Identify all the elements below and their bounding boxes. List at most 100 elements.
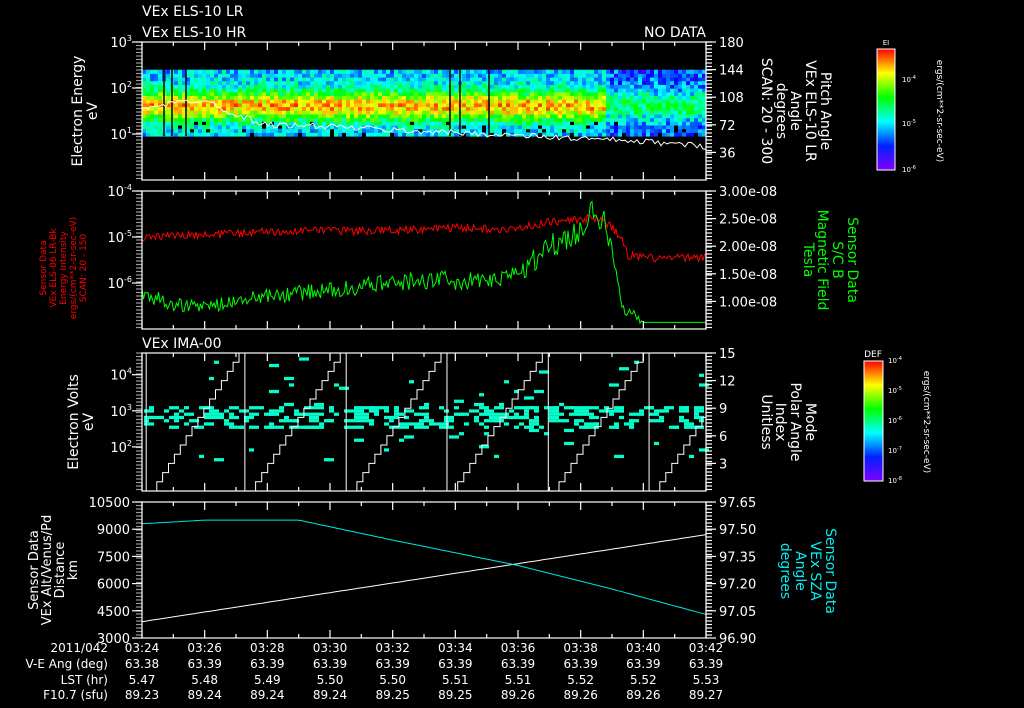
orbit-y2tick-label: 97.65 bbox=[719, 496, 756, 511]
els-heatmap-cell bbox=[334, 128, 338, 133]
els-heatmap-cell bbox=[598, 106, 602, 111]
els-heatmap-cell bbox=[190, 106, 194, 111]
els-heatmap-cell bbox=[534, 113, 538, 119]
els-heatmap-cell bbox=[310, 88, 314, 93]
els-heatmap-cell bbox=[442, 117, 446, 122]
els-heatmap-cell bbox=[298, 113, 302, 119]
els-heatmap-cell bbox=[286, 102, 290, 108]
els-heatmap-cell bbox=[422, 106, 426, 111]
els-heatmap-cell bbox=[518, 106, 522, 111]
els-heatmap-cell bbox=[586, 106, 590, 111]
els-heatmap-cell bbox=[406, 73, 410, 78]
els-heatmap-cell bbox=[250, 91, 254, 97]
els-heatmap-cell bbox=[638, 99, 642, 104]
els-heatmap-cell bbox=[410, 69, 414, 74]
els-heatmap-cell bbox=[510, 102, 514, 108]
els-heatmap-cell bbox=[254, 125, 258, 130]
els-heatmap-cell bbox=[434, 95, 438, 100]
els-heatmap-cell bbox=[374, 110, 378, 115]
els-heatmap-cell bbox=[238, 132, 242, 137]
els-heatmap-cell bbox=[594, 80, 598, 85]
els-heatmap-cell bbox=[502, 88, 506, 93]
els-heatmap-cell bbox=[382, 102, 386, 108]
ima-heatmap-cell bbox=[169, 415, 174, 420]
els-heatmap-cell bbox=[146, 69, 150, 74]
els-heatmap-cell bbox=[354, 88, 358, 93]
els-heatmap-cell bbox=[626, 99, 630, 104]
els-heatmap-cell bbox=[322, 128, 326, 133]
ima-heatmap-cell bbox=[399, 412, 404, 416]
els-heatmap-cell bbox=[206, 113, 210, 119]
els-heatmap-cell bbox=[550, 99, 554, 104]
els-heatmap-cell bbox=[274, 102, 278, 108]
els-heatmap-cell bbox=[202, 110, 206, 115]
els-heatmap-cell bbox=[642, 95, 646, 100]
els-heatmap-cell bbox=[150, 117, 154, 122]
ima-heatmap-cell bbox=[649, 412, 659, 416]
els-heatmap-cell bbox=[630, 125, 634, 130]
ima-heatmap-cell bbox=[684, 406, 689, 410]
els-heatmap-cell bbox=[634, 77, 638, 82]
els-heatmap-cell bbox=[654, 73, 658, 78]
els-heatmap-cell bbox=[422, 77, 426, 82]
title-ima: VEx IMA-00 bbox=[142, 336, 222, 352]
els-heatmap-cell bbox=[338, 117, 342, 122]
els-heatmap-cell bbox=[502, 113, 506, 119]
els-heatmap-cell bbox=[466, 102, 470, 108]
els-heatmap-cell bbox=[598, 77, 602, 82]
ima-heatmap-cell bbox=[614, 406, 619, 410]
els-heatmap-cell bbox=[306, 77, 310, 82]
els-heatmap-cell bbox=[238, 80, 242, 85]
els-heatmap-cell bbox=[174, 132, 178, 137]
els-heatmap-cell bbox=[266, 73, 270, 78]
els-heatmap-cell bbox=[438, 110, 442, 115]
els-heatmap-cell bbox=[146, 125, 150, 130]
els-heatmap-cell bbox=[290, 80, 294, 85]
els-heatmap-cell bbox=[298, 106, 302, 111]
els-heatmap-cell bbox=[306, 99, 310, 104]
els-heatmap-cell bbox=[494, 106, 498, 111]
els-heatmap-cell bbox=[246, 77, 250, 82]
els-heatmap-cell bbox=[678, 91, 682, 97]
ephemeris-cell: 5.52 bbox=[630, 673, 657, 687]
els-colorbar-tick: 10-6 bbox=[902, 165, 916, 174]
els-heatmap-cell bbox=[510, 117, 514, 122]
els-heatmap-cell bbox=[698, 77, 702, 82]
orbit-y2tick-label: 97.35 bbox=[719, 550, 756, 565]
els-heatmap-cell bbox=[698, 88, 702, 93]
els-heatmap-cell bbox=[422, 99, 426, 104]
els-heatmap-cell bbox=[670, 128, 674, 133]
els-heatmap-cell bbox=[690, 73, 694, 78]
els-heatmap-cell bbox=[154, 99, 158, 104]
els-heatmap-cell bbox=[470, 128, 474, 133]
els-heatmap-cell bbox=[146, 73, 150, 78]
els-heatmap-cell bbox=[410, 73, 414, 78]
els-heatmap-cell bbox=[246, 132, 250, 137]
els-heatmap-cell bbox=[258, 80, 262, 85]
els-heatmap-cell bbox=[586, 113, 590, 119]
els-heatmap-cell bbox=[298, 121, 302, 126]
els-heatmap-cell bbox=[306, 117, 310, 122]
els-heatmap-cell bbox=[246, 95, 250, 100]
els-heatmap-cell bbox=[638, 125, 642, 130]
els-heatmap-cell bbox=[582, 95, 586, 100]
els-heatmap-cell bbox=[610, 117, 614, 122]
els-heatmap-cell bbox=[194, 91, 198, 97]
els-heatmap-cell bbox=[286, 91, 290, 97]
els-heatmap-cell bbox=[562, 95, 566, 100]
els-heatmap-cell bbox=[630, 110, 634, 115]
els-heatmap-cell bbox=[194, 95, 198, 100]
ephemeris-cell: 03:38 bbox=[563, 641, 598, 655]
els-heatmap-cell bbox=[242, 106, 246, 111]
ima-y2label-line: Unitless bbox=[758, 394, 774, 450]
ima-heatmap-cell bbox=[414, 412, 419, 416]
els-heatmap-cell bbox=[642, 102, 646, 108]
els-heatmap-cell bbox=[518, 77, 522, 82]
els-heatmap-cell bbox=[242, 73, 246, 78]
els-heatmap-cell bbox=[342, 69, 346, 74]
ima-heatmap-cell bbox=[144, 415, 154, 420]
els-heatmap-cell bbox=[630, 95, 634, 100]
els-heatmap-cell bbox=[646, 113, 650, 119]
heatmaps bbox=[142, 69, 709, 462]
els-heatmap-cell bbox=[234, 117, 238, 122]
